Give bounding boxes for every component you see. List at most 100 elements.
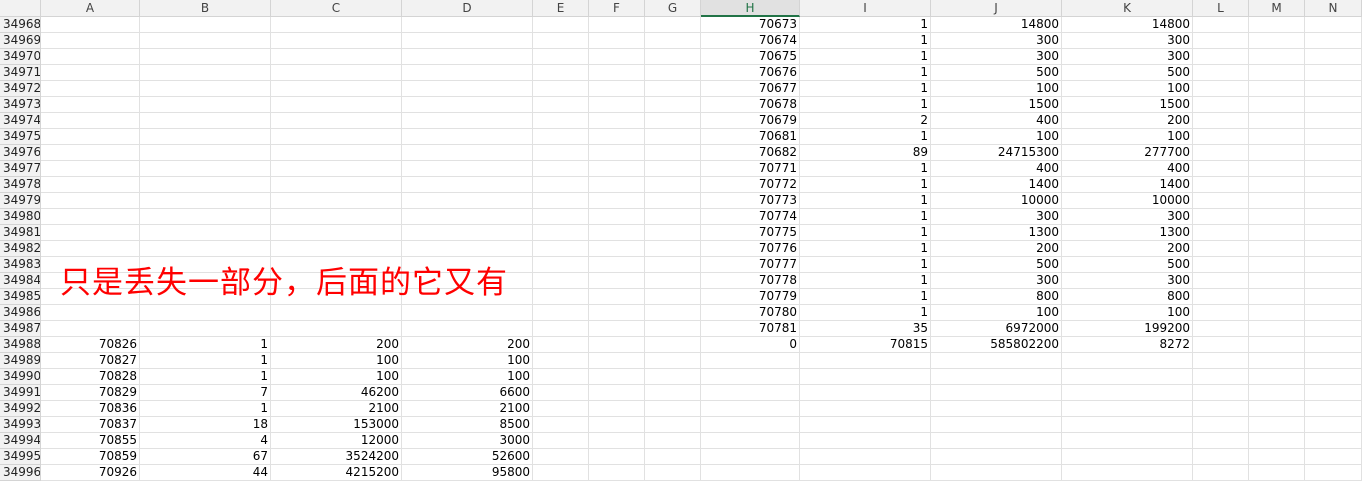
cell-c34995[interactable]: 3524200 [271,449,402,465]
cell-a34986[interactable] [41,305,140,321]
column-header-n[interactable]: N [1305,0,1362,17]
row-header[interactable]: 34973 [0,97,41,113]
cell-m34984[interactable] [1249,273,1305,289]
cell-c34994[interactable]: 12000 [271,433,402,449]
row-header[interactable]: 34972 [0,81,41,97]
cell-h34984[interactable]: 70778 [701,273,800,289]
cell-l34985[interactable] [1193,289,1249,305]
cell-b34987[interactable] [140,321,271,337]
cell-l34968[interactable] [1193,17,1249,33]
cell-e34979[interactable] [533,193,589,209]
cell-c34988[interactable]: 200 [271,337,402,353]
cell-d34984[interactable] [402,273,533,289]
cell-l34973[interactable] [1193,97,1249,113]
cell-e34986[interactable] [533,305,589,321]
column-header-g[interactable]: G [645,0,701,17]
cell-f34993[interactable] [589,417,645,433]
cell-i34978[interactable]: 1 [800,177,931,193]
cell-e34988[interactable] [533,337,589,353]
column-header-l[interactable]: L [1193,0,1249,17]
cell-c34983[interactable] [271,257,402,273]
cell-l34993[interactable] [1193,417,1249,433]
cell-b34991[interactable]: 7 [140,385,271,401]
cell-f34969[interactable] [589,33,645,49]
cell-j34977[interactable]: 400 [931,161,1062,177]
cell-d34980[interactable] [402,209,533,225]
cell-m34988[interactable] [1249,337,1305,353]
cell-c34981[interactable] [271,225,402,241]
cell-i34984[interactable]: 1 [800,273,931,289]
cell-c34985[interactable] [271,289,402,305]
cell-n34990[interactable] [1305,369,1362,385]
cell-a34970[interactable] [41,49,140,65]
cell-b34983[interactable] [140,257,271,273]
cell-c34977[interactable] [271,161,402,177]
cell-f34972[interactable] [589,81,645,97]
cell-j34978[interactable]: 1400 [931,177,1062,193]
cell-f34968[interactable] [589,17,645,33]
cell-h34982[interactable]: 70776 [701,241,800,257]
cell-k34981[interactable]: 1300 [1062,225,1193,241]
cell-f34973[interactable] [589,97,645,113]
cell-e34983[interactable] [533,257,589,273]
cell-g34973[interactable] [645,97,701,113]
cell-n34996[interactable] [1305,465,1362,481]
cell-i34969[interactable]: 1 [800,33,931,49]
cell-f34984[interactable] [589,273,645,289]
cell-n34970[interactable] [1305,49,1362,65]
row-header[interactable]: 34992 [0,401,41,417]
cell-e34991[interactable] [533,385,589,401]
cell-g34994[interactable] [645,433,701,449]
cell-i34976[interactable]: 89 [800,145,931,161]
cell-n34995[interactable] [1305,449,1362,465]
cell-e34973[interactable] [533,97,589,113]
cell-m34969[interactable] [1249,33,1305,49]
cell-e34977[interactable] [533,161,589,177]
select-all-corner[interactable] [0,0,41,17]
row-header[interactable]: 34975 [0,129,41,145]
cell-i34980[interactable]: 1 [800,209,931,225]
cell-h34975[interactable]: 70681 [701,129,800,145]
cell-h34977[interactable]: 70771 [701,161,800,177]
cell-l34974[interactable] [1193,113,1249,129]
cell-m34989[interactable] [1249,353,1305,369]
cell-l34971[interactable] [1193,65,1249,81]
cell-b34979[interactable] [140,193,271,209]
cell-d34989[interactable]: 100 [402,353,533,369]
cell-f34983[interactable] [589,257,645,273]
cell-f34970[interactable] [589,49,645,65]
cell-k34972[interactable]: 100 [1062,81,1193,97]
cell-m34981[interactable] [1249,225,1305,241]
cell-i34971[interactable]: 1 [800,65,931,81]
cell-e34982[interactable] [533,241,589,257]
cell-a34996[interactable]: 70926 [41,465,140,481]
cell-b34972[interactable] [140,81,271,97]
cell-n34991[interactable] [1305,385,1362,401]
cell-a34974[interactable] [41,113,140,129]
cell-n34972[interactable] [1305,81,1362,97]
cell-m34972[interactable] [1249,81,1305,97]
cell-l34984[interactable] [1193,273,1249,289]
cell-m34977[interactable] [1249,161,1305,177]
cell-a34981[interactable] [41,225,140,241]
row-header[interactable]: 34989 [0,353,41,369]
row-header[interactable]: 34995 [0,449,41,465]
cell-g34984[interactable] [645,273,701,289]
cell-j34982[interactable]: 200 [931,241,1062,257]
spreadsheet-grid[interactable]: A B C D E F G H I J K L M N 34968 70673 1 14800 14800 34969… [0,0,1362,485]
cell-m34991[interactable] [1249,385,1305,401]
cell-k34987[interactable]: 199200 [1062,321,1193,337]
cell-b34989[interactable]: 1 [140,353,271,369]
cell-d34987[interactable] [402,321,533,337]
cell-e34980[interactable] [533,209,589,225]
cell-k34975[interactable]: 100 [1062,129,1193,145]
cell-j34970[interactable]: 300 [931,49,1062,65]
row-header[interactable]: 34978 [0,177,41,193]
cell-h34978[interactable]: 70772 [701,177,800,193]
cell-b34969[interactable] [140,33,271,49]
cell-n34976[interactable] [1305,145,1362,161]
cell-a34991[interactable]: 70829 [41,385,140,401]
cell-g34968[interactable] [645,17,701,33]
cell-e34992[interactable] [533,401,589,417]
cell-b34996[interactable]: 44 [140,465,271,481]
